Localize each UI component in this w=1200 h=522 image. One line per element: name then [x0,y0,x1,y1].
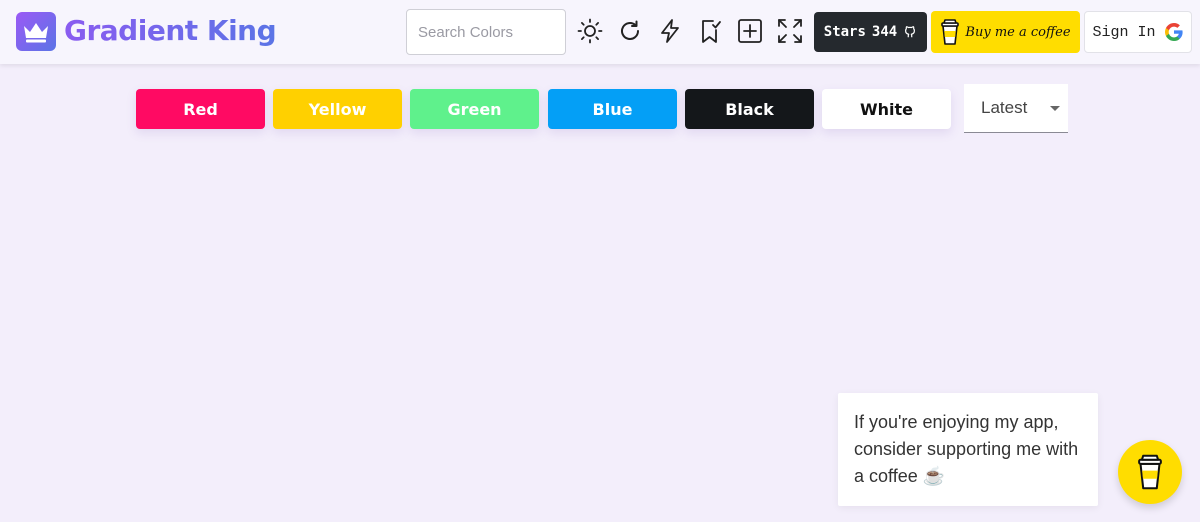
buy-me-a-coffee-button[interactable]: Buy me a coffee [931,11,1080,53]
filter-chip-blue[interactable]: Blue [548,89,677,129]
chevron-down-icon [1050,106,1060,111]
sign-in-button[interactable]: Sign In [1084,11,1192,53]
filter-chip-green[interactable]: Green [410,89,539,129]
plus-square-icon [738,19,762,43]
crown-icon [24,22,48,42]
sort-selected-value: Latest [981,98,1028,117]
refresh-button[interactable] [615,16,645,46]
top-bar: Gradient King Search Colors Stars 344 Bu… [0,0,1200,64]
expand-icon [778,19,802,43]
github-stars-button[interactable]: Stars 344 [814,12,927,52]
theme-toggle-button[interactable] [575,16,605,46]
refresh-icon [621,20,639,40]
google-icon [1164,23,1183,41]
add-gradient-button[interactable] [735,16,765,46]
coffee-button-label: Buy me a coffee [965,24,1071,40]
sign-in-label: Sign In [1092,23,1156,41]
search-input[interactable] [406,9,566,55]
coffee-cup-icon [1138,454,1162,490]
filter-chip-yellow[interactable]: Yellow [273,89,402,129]
github-icon [905,26,916,38]
lightning-icon [661,19,679,43]
filter-chip-black[interactable]: Black [685,89,814,129]
sort-select[interactable]: Latest [964,84,1068,133]
random-gradient-button[interactable] [655,16,685,46]
coffee-cup-icon [941,19,960,45]
filter-chip-red[interactable]: Red [136,89,265,129]
coffee-widget-button[interactable] [1118,440,1182,504]
bookmark-check-icon [702,20,721,43]
sun-icon [577,18,603,44]
support-popup-text: If you're enjoying my app, consider supp… [854,412,1079,486]
filter-chip-white[interactable]: White [822,89,951,129]
stars-count: 344 [871,24,898,40]
app-logo[interactable] [16,12,56,51]
app-title[interactable]: Gradient King [64,14,277,47]
support-popup: If you're enjoying my app, consider supp… [838,393,1098,506]
stars-label: Stars [823,24,866,40]
saved-gradients-button[interactable] [696,16,726,46]
fullscreen-button[interactable] [775,16,805,46]
